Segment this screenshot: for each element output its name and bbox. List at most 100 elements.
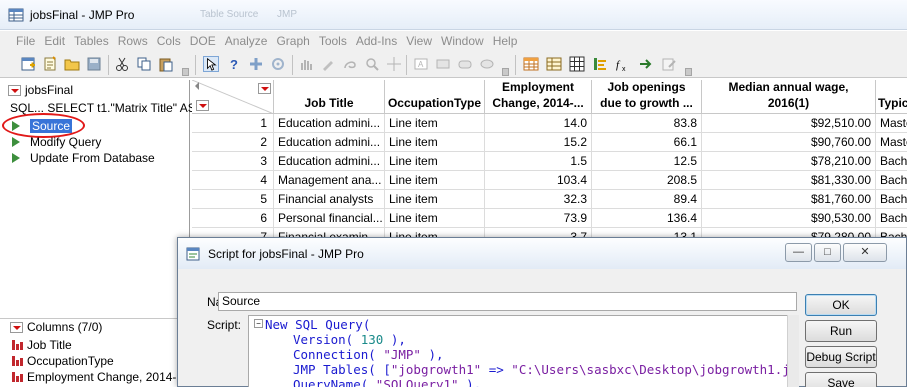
menu-edit[interactable]: Edit [42, 31, 72, 51]
line-tool-icon[interactable] [435, 56, 451, 72]
lasso-select-icon[interactable] [342, 56, 358, 72]
collapse-icon[interactable]: − [254, 319, 263, 328]
cell-median-wage[interactable]: $90,760.00 [702, 133, 876, 152]
arrow-right-icon[interactable] [638, 56, 654, 72]
new-table-icon[interactable] [20, 56, 36, 72]
lasso-tool-icon[interactable] [270, 56, 286, 72]
grid-corner[interactable] [192, 80, 274, 114]
column-header[interactable]: Employment Change, 2014-... [485, 80, 592, 114]
menu-tools[interactable]: Tools [317, 31, 354, 51]
close-button[interactable]: ✕ [843, 243, 887, 262]
rows-red-triangle-icon[interactable] [196, 100, 209, 111]
cell-median-wage[interactable]: $78,210.00 [702, 152, 876, 171]
column-header[interactable]: Median annual wage, 2016(1) [702, 80, 876, 114]
cell-employment-change[interactable]: 103.4 [485, 171, 592, 190]
menu-tables[interactable]: Tables [72, 31, 116, 51]
row-number[interactable]: 1 [192, 114, 274, 133]
debug-script-button[interactable]: Debug Script [805, 346, 877, 368]
toolbar-overflow-grip[interactable] [182, 68, 189, 76]
cell-occupation-type[interactable]: Line item [385, 190, 485, 209]
column-header[interactable]: OccupationType [385, 80, 485, 114]
selection-tool-icon[interactable] [248, 56, 264, 72]
table-script-label[interactable]: Modify Query [30, 135, 101, 149]
magnifier-icon[interactable] [364, 56, 380, 72]
script-name-input[interactable]: Source [218, 292, 797, 311]
cell-employment-change[interactable]: 15.2 [485, 133, 592, 152]
save-icon[interactable] [86, 56, 102, 72]
table-script-update-from-database[interactable]: Update From Database [12, 150, 155, 166]
copy-icon[interactable] [136, 56, 152, 72]
column-name[interactable]: OccupationType [27, 354, 114, 368]
minimize-button[interactable]: — [785, 243, 812, 262]
cell-job-title[interactable]: Personal financial... [274, 209, 385, 228]
data-view-icon[interactable] [523, 56, 539, 72]
menu-window[interactable]: Window [439, 31, 491, 51]
run-button[interactable]: Run [805, 320, 877, 342]
cell-median-wage[interactable]: $81,760.00 [702, 190, 876, 209]
column-name[interactable]: Job Title [27, 338, 72, 352]
panel-divider[interactable] [0, 318, 190, 319]
menu-cols[interactable]: Cols [155, 31, 188, 51]
script-editor[interactable]: − New SQL Query( Version( 130 ), Connect… [248, 315, 798, 387]
row-number[interactable]: 2 [192, 133, 274, 152]
cell-job-title[interactable]: Financial analysts [274, 190, 385, 209]
column-bars-icon[interactable] [592, 56, 608, 72]
cell-employment-change[interactable]: 14.0 [485, 114, 592, 133]
cell-occupation-type[interactable]: Line item [385, 152, 485, 171]
maximize-button[interactable]: □ [814, 243, 841, 262]
edit-pencil-icon[interactable] [661, 56, 677, 72]
cell-job-title[interactable]: Education admini... [274, 133, 385, 152]
cell-median-wage[interactable]: $90,530.00 [702, 209, 876, 228]
cell-job-openings[interactable]: 12.5 [592, 152, 702, 171]
cell-job-openings[interactable]: 89.4 [592, 190, 702, 209]
column-item[interactable]: Job Title [12, 337, 72, 353]
cell-median-wage[interactable]: $81,330.00 [702, 171, 876, 190]
summary-table-icon[interactable] [546, 56, 562, 72]
polygon-tool-icon[interactable] [457, 56, 473, 72]
cell-employment-change[interactable]: 1.5 [485, 152, 592, 171]
grid-table-icon[interactable] [569, 56, 585, 72]
row-number[interactable]: 6 [192, 209, 274, 228]
menu-graph[interactable]: Graph [274, 31, 316, 51]
red-triangle-menu-icon[interactable] [8, 84, 21, 96]
cut-icon[interactable] [114, 56, 130, 72]
cell-typical-education[interactable]: Bache [876, 171, 907, 190]
arrow-tool-icon[interactable] [203, 56, 219, 72]
menu-view[interactable]: View [404, 31, 439, 51]
cell-employment-change[interactable]: 73.9 [485, 209, 592, 228]
row-number[interactable]: 3 [192, 152, 274, 171]
cell-typical-education[interactable]: Bache [876, 190, 907, 209]
new-script-icon[interactable] [42, 56, 58, 72]
toolbar-overflow-grip[interactable] [502, 68, 509, 76]
cell-typical-education[interactable]: Maste [876, 114, 907, 133]
open-folder-icon[interactable] [64, 56, 80, 72]
cell-employment-change[interactable]: 32.3 [485, 190, 592, 209]
cell-job-openings[interactable]: 83.8 [592, 114, 702, 133]
dialog-title-bar[interactable]: Script for jobsFinal - JMP Pro — □ ✕ [178, 238, 906, 269]
table-script-modify-query[interactable]: Modify Query [12, 134, 101, 150]
paste-icon[interactable] [158, 56, 174, 72]
cell-job-title[interactable]: Education admini... [274, 152, 385, 171]
menu-rows[interactable]: Rows [116, 31, 155, 51]
crosshair-icon[interactable] [386, 56, 402, 72]
red-triangle-menu-icon[interactable] [10, 321, 23, 333]
grabber-tool-icon[interactable] [298, 56, 314, 72]
script-scrollbar[interactable] [787, 315, 799, 387]
column-item[interactable]: Employment Change, 2014- [12, 369, 176, 385]
menu-analyze[interactable]: Analyze [223, 31, 275, 51]
ellipse-tool-icon[interactable] [479, 56, 495, 72]
cell-job-title[interactable]: Management ana... [274, 171, 385, 190]
column-header[interactable]: Typica [876, 80, 907, 114]
cell-typical-education[interactable]: Maste [876, 133, 907, 152]
save-button[interactable]: Save [805, 372, 877, 387]
row-number[interactable]: 5 [192, 190, 274, 209]
run-script-icon[interactable] [12, 137, 20, 147]
cell-occupation-type[interactable]: Line item [385, 209, 485, 228]
cell-occupation-type[interactable]: Line item [385, 114, 485, 133]
table-script-label[interactable]: Update From Database [30, 151, 155, 165]
menu-doe[interactable]: DOE [188, 31, 223, 51]
cell-occupation-type[interactable]: Line item [385, 133, 485, 152]
column-item[interactable]: OccupationType [12, 353, 114, 369]
menu-help[interactable]: Help [491, 31, 525, 51]
cell-occupation-type[interactable]: Line item [385, 171, 485, 190]
